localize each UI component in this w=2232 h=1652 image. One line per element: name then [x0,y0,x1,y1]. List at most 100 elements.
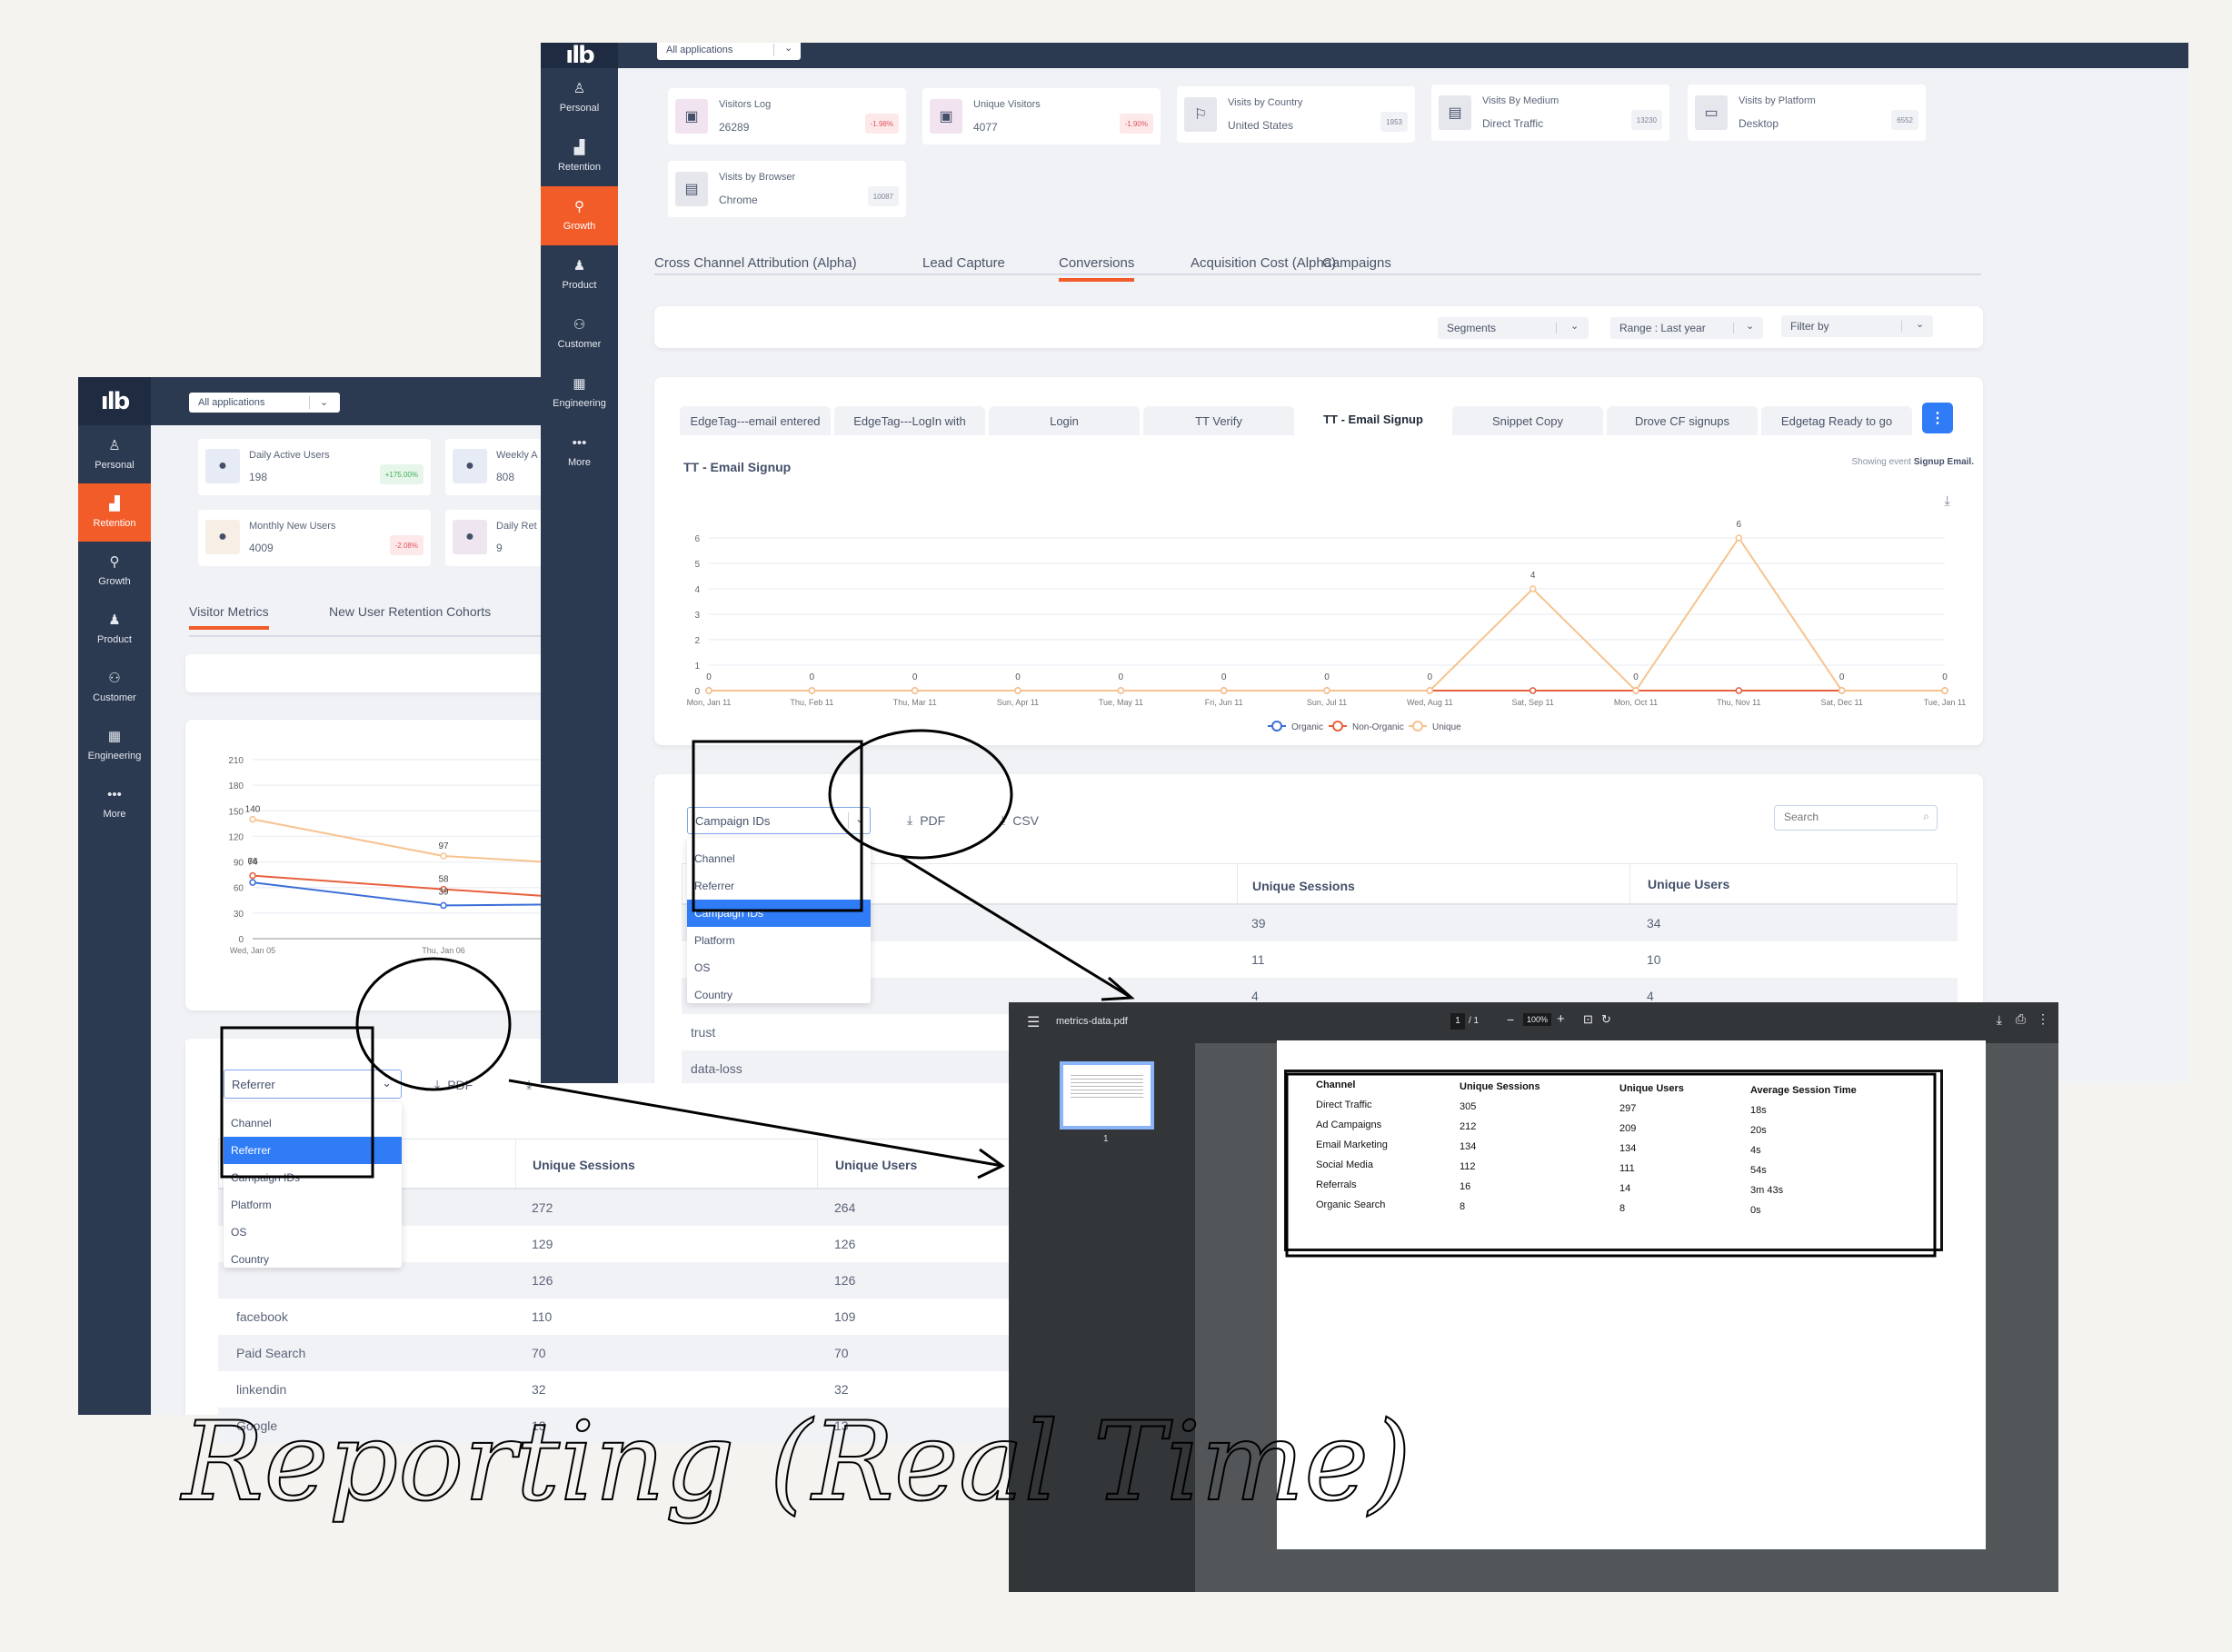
legend-marker [1412,721,1423,731]
main-app-selector[interactable]: All applications ⌄ [657,43,801,60]
dimension-option-label: Channel [231,1117,272,1130]
event-tab[interactable]: EdgeTag---LogIn with [834,406,985,435]
zoom-out-button[interactable]: − [1507,1012,1514,1027]
sidebar-item-customer[interactable]: ⚇ Customer [78,658,151,716]
export-pdf-button[interactable]: ⤓ PDF [907,812,945,828]
tab-cross-channel-attribution-alpha-[interactable]: Cross Channel Attribution (Alpha) [654,255,857,278]
stat-card[interactable]: ▭ Visits by Platform Desktop 6552 [1688,85,1926,141]
zoom-level[interactable]: 100% [1523,1013,1552,1026]
export-pdf-button[interactable]: ⤓ PDF [434,1077,473,1092]
search-input[interactable]: ⌕ [1774,805,1938,831]
tab-campaigns[interactable]: Campaigns [1322,255,1391,278]
dimension-select[interactable]: Campaign IDs ⌄ [687,807,871,834]
sidebar-item-product[interactable]: ♟ Product [78,600,151,658]
export-csv-button[interactable]: ⤓ [526,1077,532,1092]
sidebar-item-retention[interactable]: ▟ Retention [541,127,618,186]
table-row[interactable]: Google 13 13 [218,1408,1012,1444]
stat-card[interactable]: ● Daily Ret 9 [445,510,551,566]
download-icon: ⤓ [1000,812,1006,827]
segments-filter[interactable]: Segments ⌄ [1438,317,1589,339]
stat-card[interactable]: ▣ Unique Visitors 4077 -1.90% [922,88,1161,144]
dimension-option[interactable]: Platform [224,1191,402,1219]
dimension-option[interactable]: OS [224,1219,402,1246]
table-row[interactable]: facebook 110 109 [218,1299,1012,1335]
sidebar-item-growth[interactable]: ⚲ Growth [78,542,151,600]
tab-conversions[interactable]: Conversions [1059,255,1135,282]
dimension-option[interactable]: Platform [687,927,871,954]
stat-card-badge: -2.08% [389,535,423,555]
dimension-option[interactable]: Channel [687,845,871,872]
sidebar-item-growth[interactable]: ⚲ Growth [541,186,618,245]
event-tab[interactable]: Snippet Copy [1452,406,1603,435]
stat-card[interactable]: ▤ Visits By Medium Direct Traffic 13230 [1431,85,1669,141]
more-options-icon[interactable]: ⋮ [2037,1011,2049,1027]
sidebar-item-engineering[interactable]: ▦ Engineering [541,363,618,423]
stat-card[interactable]: ⚐ Visits by Country United States 1953 [1177,86,1415,143]
stat-card[interactable]: ● Monthly New Users 4009 -2.08% [198,510,431,566]
sidebar-item-engineering[interactable]: ▦ Engineering [78,716,151,774]
print-icon[interactable]: ⎙ [2016,1011,2026,1027]
left-app-selector[interactable]: All applications ⌄ [189,393,340,413]
rotate-icon[interactable]: ↻ [1601,1012,1611,1027]
sidebar-item-product[interactable]: ♟ Product [541,245,618,304]
export-csv-button[interactable]: ⤓ CSV [1000,812,1039,828]
sidebar-item-customer[interactable]: ⚇ Customer [541,304,618,363]
filter-by[interactable]: Filter by ⌄ [1781,315,1933,337]
page-thumbnail[interactable] [1060,1061,1154,1130]
dimension-option[interactable]: OS [687,954,871,981]
stat-card-badge: +175.00% [379,464,423,484]
fit-page-icon[interactable]: ⊡ [1583,1012,1593,1027]
main-logo: ılb [541,43,618,69]
dimension-option[interactable]: Referrer [687,872,871,900]
stat-card[interactable]: ● Daily Active Users 198 +175.00% [198,439,431,495]
dimension-option[interactable]: Channel [224,1110,402,1137]
page-number-input[interactable]: 1 [1450,1013,1465,1030]
table-row[interactable]: Paid Search 70 70 [218,1335,1012,1371]
dimension-option[interactable]: Country [687,981,871,1009]
download-icon[interactable]: ⤓ [1997,1012,2002,1028]
tab-acquisition-cost-alpha-[interactable]: Acquisition Cost (Alpha) [1191,255,1336,278]
event-tab[interactable]: Edgetag Ready to go [1761,406,1912,435]
dimension-select[interactable]: Referrer ⌄ [224,1070,402,1099]
stat-card[interactable]: ▣ Visitors Log 26289 -1.98% [668,88,906,144]
dimension-option[interactable]: Campaign IDs [687,900,871,927]
sidebar-item-more[interactable]: ••• More [541,423,618,482]
zoom-in-button[interactable]: + [1557,1011,1565,1027]
x-tick-label: Thu, Feb 11 [790,698,833,707]
tab-lead-capture[interactable]: Lead Capture [922,255,1005,278]
data-label: 0 [1015,672,1021,682]
column-header[interactable]: Unique Sessions [1252,879,1355,893]
stat-card[interactable]: ● Weekly A 808 [445,439,551,495]
table-cell: 4 [1647,989,1654,1003]
sidebar-item-personal[interactable]: ♙ Personal [541,68,618,127]
pdf-column-header: Channel [1316,1080,1356,1090]
table-row[interactable]: linkendin 32 32 [218,1371,1012,1408]
event-tab[interactable]: Drove CF signups [1607,406,1758,435]
column-header[interactable]: Unique Users [835,1158,917,1172]
event-tab[interactable]: TT - Email Signup [1298,403,1449,435]
sidebar-item-more[interactable]: ••• More [78,774,151,832]
event-tab[interactable]: Login [989,406,1140,435]
event-tab[interactable]: EdgeTag---email entered [680,406,831,435]
stat-card-title: Daily Active Users [249,450,330,461]
data-point [911,687,919,694]
tab-visitor-metrics[interactable]: Visitor Metrics [189,604,269,630]
dimension-option[interactable]: Campaign IDs [224,1164,402,1191]
tab-new-user-retention-cohorts[interactable]: New User Retention Cohorts [329,604,491,626]
dimension-option[interactable]: Country [224,1246,402,1273]
sidebar-item-personal[interactable]: ♙ Personal [78,425,151,483]
column-header[interactable]: Unique Users [1648,877,1729,891]
event-tab[interactable]: TT Verify [1143,406,1294,435]
pdf-table-cell: 134 [1460,1141,1477,1152]
menu-icon[interactable]: ☰ [1027,1013,1040,1031]
table-row[interactable]: 11 10 [682,941,1958,978]
more-events-button[interactable]: ⋮ [1922,403,1953,433]
range-filter[interactable]: Range : Last year ⌄ [1610,317,1763,339]
stat-card[interactable]: ▤ Visits by Browser Chrome 10087 [668,161,906,217]
table-row[interactable]: 39 34 [682,905,1958,941]
dimension-option[interactable]: Referrer [224,1137,402,1164]
search-field[interactable] [1775,806,1902,828]
stat-card-badge: 1953 [1380,112,1408,132]
sidebar-item-retention[interactable]: ▟ Retention [78,483,151,542]
column-header[interactable]: Unique Sessions [533,1158,635,1172]
